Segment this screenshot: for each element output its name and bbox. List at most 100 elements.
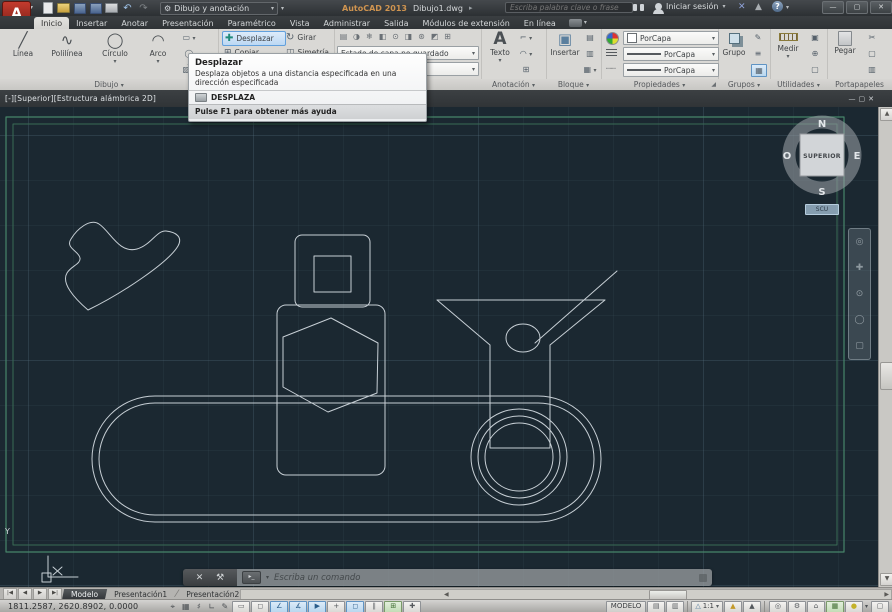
doc-minimize-button[interactable]: —	[849, 95, 856, 103]
quick-view-drawings-icon[interactable]: ▥	[666, 601, 684, 612]
hardware-acceleration-icon[interactable]: ▦	[826, 601, 844, 612]
viewcube[interactable]: N O E S SUPERIOR	[779, 110, 865, 202]
command-customize-icon[interactable]: ⚒	[216, 573, 224, 583]
group-button[interactable]: Grupo	[720, 33, 748, 57]
quick-view-layouts-icon[interactable]: ▤	[647, 601, 665, 612]
dimension-icon[interactable]: ⌐ ▾	[519, 32, 533, 43]
command-recent-arrow-icon[interactable]: ▾	[266, 574, 269, 581]
toggle-ducs-button[interactable]: ◻	[346, 601, 364, 612]
hscroll-left-icon[interactable]: ◀	[444, 591, 449, 598]
viewcube-face-label[interactable]: SUPERIOR	[803, 153, 841, 160]
clean-screen-icon[interactable]: ▢	[871, 601, 889, 612]
olive-circle[interactable]	[506, 324, 540, 352]
ucs-icon[interactable]	[48, 556, 78, 577]
viewcube-east[interactable]: E	[854, 151, 861, 162]
toggle-tpy-button[interactable]: ✚	[403, 601, 421, 612]
toggle-snap-button[interactable]: ▭	[232, 601, 250, 612]
minimize-button[interactable]: —	[822, 1, 844, 14]
help-arrow-icon[interactable]: ▾	[786, 4, 789, 11]
annotation-visibility-icon[interactable]: ▲	[724, 601, 742, 612]
toggle-grid-button[interactable]: ◻	[251, 601, 269, 612]
panel-label-anotacion[interactable]: Anotación ▾	[481, 79, 547, 90]
tab-modelo[interactable]: Modelo	[62, 589, 107, 600]
cut-icon[interactable]: ✂	[865, 32, 879, 43]
group-manager-icon[interactable]: ▦	[751, 64, 767, 77]
toggle-polar-button[interactable]: ∡	[289, 601, 307, 612]
circle-button[interactable]: ◯ Círculo ▾	[94, 32, 136, 65]
panel-label-dibujo[interactable]: Dibujo ▾	[0, 79, 219, 90]
scroll-down-icon[interactable]: ▼	[880, 573, 892, 586]
bottle-body[interactable]	[277, 305, 385, 475]
panel-label-bloque[interactable]: Bloque ▾	[546, 79, 602, 90]
rectangle-tool-icon[interactable]: ▭ ▾	[182, 32, 196, 43]
tab-parametrico[interactable]: Paramétrico	[221, 17, 283, 29]
exchange-icon[interactable]: ✕	[738, 2, 746, 12]
leader-icon[interactable]: ◠ ▾	[519, 48, 533, 59]
layer-walk-icon[interactable]: ⊞	[441, 31, 454, 43]
tab-presentacion[interactable]: Presentación	[155, 17, 221, 29]
toggle-otrack-button[interactable]: +	[327, 601, 345, 612]
panel-label-portapapeles[interactable]: Portapapeles	[827, 79, 892, 90]
insert-block-button[interactable]: ▣ Insertar	[548, 31, 582, 57]
bottle-cap[interactable]	[295, 235, 370, 307]
command-prompt-icon[interactable]: ▸_	[242, 571, 261, 584]
workspace-dropdown[interactable]: ⚙ Dibujo y anotación ▾	[160, 2, 278, 15]
bottle-cap-square[interactable]	[314, 256, 351, 292]
command-line[interactable]: ✕ ⚒ ▸_ ▾ Escriba un comando	[183, 569, 712, 586]
steering-wheel-icon[interactable]: ◎	[769, 601, 787, 612]
viewcube-south[interactable]: S	[818, 187, 825, 198]
open-file-icon[interactable]	[56, 2, 71, 14]
base-circle-middle[interactable]	[478, 416, 560, 498]
lock-ui-icon[interactable]: ⌂	[807, 601, 825, 612]
ungroup-icon[interactable]: ✎	[751, 32, 765, 43]
grid-display-icon[interactable]: ♯	[192, 602, 205, 611]
layer-unisolate-icon[interactable]: ◨	[402, 31, 415, 43]
search-input[interactable]	[505, 2, 633, 13]
layer-previous-icon[interactable]: ◩	[428, 31, 441, 43]
infer-constraints-icon[interactable]: ⌖	[166, 602, 179, 612]
paste-special-icon[interactable]: ▥	[865, 64, 879, 75]
tab-salida[interactable]: Salida	[377, 17, 415, 29]
group-edit-icon[interactable]: ≡	[751, 48, 765, 59]
search-icon[interactable]	[633, 4, 637, 11]
panel-label-utilidades[interactable]: Utilidades ▾	[770, 79, 828, 90]
layer-properties-icon[interactable]: ▤	[337, 31, 350, 43]
object-color-icon[interactable]	[606, 32, 619, 45]
command-input-area[interactable]: ▸_ ▾ Escriba un comando	[237, 569, 712, 586]
copy-clip-icon[interactable]: ▢	[865, 48, 879, 59]
annotation-scale-dropdown[interactable]: △ 1:1 ▾	[691, 601, 723, 612]
layer-freeze-icon[interactable]: ❄	[363, 31, 376, 43]
doc-restore-button[interactable]: ▢	[859, 95, 866, 103]
tab-presentacion1[interactable]: Presentación1	[106, 589, 175, 600]
plot-icon[interactable]	[104, 2, 119, 14]
signin-button[interactable]: Iniciar sesión ▾	[655, 2, 725, 11]
command-placeholder[interactable]: Escriba un comando	[274, 573, 360, 583]
block-edit-icon[interactable]: ▤	[583, 32, 597, 43]
toggle-ortho-button[interactable]: ∠	[270, 601, 288, 612]
polar-tracking-icon[interactable]: ✎	[218, 602, 231, 611]
orbit-icon[interactable]: ◯	[854, 315, 864, 325]
paste-button[interactable]: Pegar	[830, 31, 860, 55]
hscroll-right-icon[interactable]: ▶	[884, 591, 889, 598]
lineweight-dropdown[interactable]: PorCapa▾	[623, 47, 719, 61]
base-circle-inner[interactable]	[485, 423, 553, 491]
toggle-dyn-button[interactable]: ∥	[365, 601, 383, 612]
ucs-dropdown[interactable]: SCU	[805, 204, 839, 215]
viewcube-west[interactable]: O	[783, 151, 792, 162]
lineweight-icon[interactable]	[606, 49, 617, 58]
layer-isolate-icon[interactable]: ⊙	[389, 31, 402, 43]
save-as-icon[interactable]	[88, 2, 103, 14]
tab-insertar[interactable]: Insertar	[69, 17, 114, 29]
block-create-icon[interactable]: ▥	[583, 48, 597, 59]
quick-calc-icon[interactable]: ⊕	[808, 48, 822, 59]
line-button[interactable]: ╱ Línea	[4, 32, 42, 58]
panel-label-propiedades[interactable]: Propiedades ▾ ◢	[601, 79, 719, 90]
full-nav-wheel-icon[interactable]: ◎	[856, 237, 864, 247]
drawing-canvas[interactable]: Y N O E S SUPERIOR SCU ◎ ✚ ⊙ ◯ ▢	[0, 107, 878, 587]
help-icon[interactable]: ?	[772, 1, 783, 12]
viewport-controls-label[interactable]: [-][Superior][Estructura alámbrica 2D]	[0, 94, 156, 103]
workspace-extra-arrow-icon[interactable]: ▾	[281, 5, 284, 12]
arc-button[interactable]: ◠ Arco ▾	[140, 32, 176, 65]
polyline-button[interactable]: ∿ Polilínea	[44, 32, 90, 58]
layer-lock-icon[interactable]: ◧	[376, 31, 389, 43]
